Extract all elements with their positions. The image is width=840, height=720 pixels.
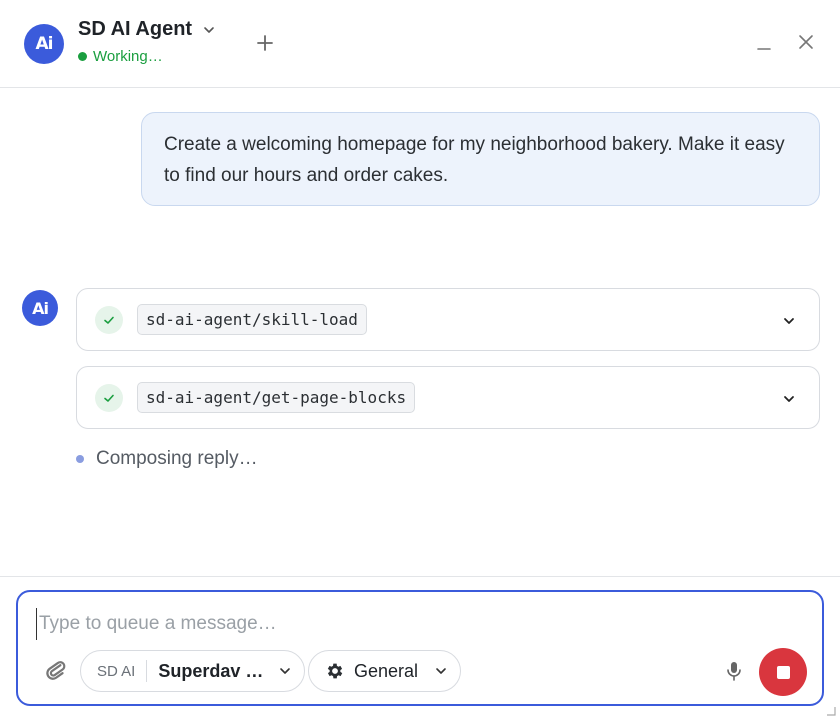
agent-message-avatar: Ai	[22, 290, 58, 326]
plus-icon	[257, 35, 273, 51]
tool-call-name: sd-ai-agent/get-page-blocks	[137, 382, 416, 413]
gear-icon	[327, 663, 343, 679]
composing-text: Composing reply…	[96, 448, 258, 469]
tool-call-name: sd-ai-agent/skill-load	[137, 304, 367, 335]
minimize-button[interactable]	[752, 34, 776, 58]
agent-status: Working…	[78, 48, 163, 65]
minimize-icon	[757, 48, 771, 50]
chevron-down-icon	[280, 668, 290, 674]
tool-call-card[interactable]: sd-ai-agent/skill-load	[76, 288, 820, 351]
pill-divider	[146, 660, 148, 682]
model-selector[interactable]: SD AI Superdav …	[80, 650, 305, 692]
message-input[interactable]	[36, 608, 796, 640]
agent-logo-label: Ai	[35, 34, 54, 54]
microphone-button[interactable]	[724, 660, 744, 682]
mode-name: General	[354, 660, 419, 681]
chevron-down-icon	[204, 26, 214, 33]
message-composer: SD AI Superdav … General	[16, 590, 824, 706]
stop-icon	[776, 665, 790, 679]
agent-logo: Ai	[24, 24, 64, 64]
mode-selector[interactable]: General	[308, 650, 461, 692]
paperclip-icon	[46, 661, 66, 680]
tool-status-badge	[95, 306, 123, 334]
status-text: Working…	[93, 48, 163, 65]
chevron-down-icon[interactable]	[781, 391, 797, 407]
stop-button[interactable]	[759, 648, 807, 696]
composer-divider	[0, 576, 840, 577]
model-name: Superdav …	[158, 660, 264, 681]
model-provider: SD AI	[97, 662, 136, 680]
composing-indicator: Composing reply…	[76, 448, 258, 470]
user-message: Create a welcoming homepage for my neigh…	[141, 112, 820, 206]
attach-button[interactable]	[44, 658, 68, 682]
tool-status-badge	[95, 384, 123, 412]
close-button[interactable]	[794, 30, 818, 54]
agent-selector[interactable]: SD AI Agent	[78, 18, 216, 41]
chevron-down-icon[interactable]	[781, 313, 797, 329]
tool-call-card[interactable]: sd-ai-agent/get-page-blocks	[76, 366, 820, 429]
check-icon	[104, 394, 114, 402]
new-chat-button[interactable]	[252, 30, 278, 56]
close-icon	[799, 35, 813, 49]
microphone-icon	[727, 662, 741, 681]
resize-grip-icon[interactable]	[826, 706, 836, 716]
chat-header: Ai SD AI Agent Working…	[0, 0, 840, 88]
composing-dot	[76, 455, 84, 463]
agent-title: SD AI Agent	[78, 18, 193, 40]
chevron-down-icon	[436, 668, 446, 674]
agent-message-avatar-label: Ai	[32, 298, 49, 318]
status-dot	[78, 52, 87, 61]
check-icon	[104, 316, 114, 324]
